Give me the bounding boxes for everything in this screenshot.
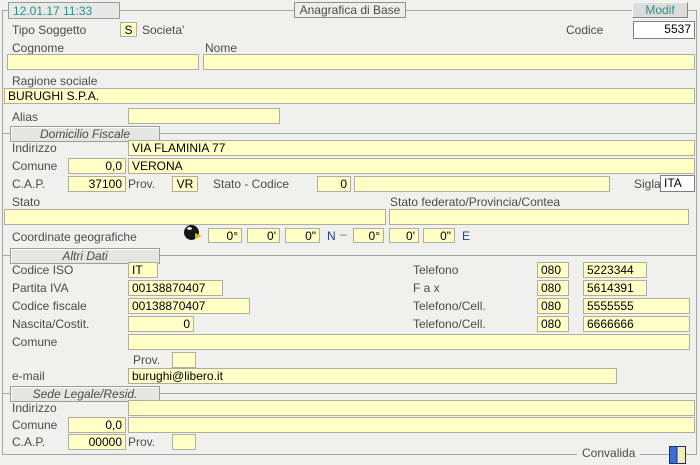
coordinate-label: Coordinate geografiche xyxy=(12,231,137,244)
codice-iso-label: Codice ISO xyxy=(12,264,73,277)
partita-iva-label: Partita IVA xyxy=(12,282,68,295)
lon-deg-field[interactable]: 0° xyxy=(353,228,384,243)
tipo-soggetto-label: Tipo Soggetto xyxy=(12,24,86,37)
lat-min-field[interactable]: 0' xyxy=(247,228,280,243)
email-field[interactable]: burughi@libero.it xyxy=(128,368,617,384)
indirizzo-label: Indirizzo xyxy=(12,142,57,155)
sede-prov-label: Prov. xyxy=(128,436,155,449)
alias-field[interactable] xyxy=(128,108,280,124)
stato-codice-label: Stato - Codice xyxy=(213,178,289,191)
sede-indirizzo-label: Indirizzo xyxy=(12,402,57,415)
codice-fiscale-label: Codice fiscale xyxy=(12,300,87,313)
prov-altri-field[interactable] xyxy=(172,352,196,368)
sede-cap-field[interactable]: 00000 xyxy=(68,434,126,450)
alias-label: Alias xyxy=(12,111,38,124)
lon-min-field[interactable]: 0' xyxy=(389,228,419,243)
lon-direction-label: E xyxy=(462,230,470,243)
stato-field[interactable] xyxy=(4,209,386,225)
sede-cap-label: C.A.P. xyxy=(12,436,45,449)
cell1-prefix-field[interactable]: 080 xyxy=(537,298,569,314)
comune-altri-field[interactable] xyxy=(128,334,690,350)
modif-button[interactable]: Modif xyxy=(632,2,688,18)
cell2-prefix-field[interactable]: 080 xyxy=(537,316,569,332)
nascita-label: Nascita/Costit. xyxy=(12,318,89,331)
convalida-label: Convalida xyxy=(577,447,640,460)
cap-label: C.A.P. xyxy=(12,178,45,191)
stato-codice-field[interactable]: 0 xyxy=(317,176,351,192)
ragione-sociale-field[interactable]: BURUGHI S.P.A. xyxy=(4,88,695,104)
lon-sec-field[interactable]: 0" xyxy=(423,228,455,243)
cell2-label: Telefono/Cell. xyxy=(413,318,486,331)
cell1-label: Telefono/Cell. xyxy=(413,300,486,313)
prov-label: Prov. xyxy=(128,178,155,191)
telefono-number-field[interactable]: 5223344 xyxy=(583,262,647,278)
email-label: e-mail xyxy=(12,370,45,383)
sede-comune-field[interactable] xyxy=(128,417,695,433)
telefono-prefix-field[interactable]: 080 xyxy=(537,262,569,278)
prov-field[interactable]: VR xyxy=(172,176,198,192)
datetime-display: 12.01.17 11:33 xyxy=(8,2,120,19)
comune-label: Comune xyxy=(12,160,57,173)
comune-code-field[interactable]: 0,0 xyxy=(68,158,126,174)
cell2-number-field[interactable]: 6666666 xyxy=(583,316,690,332)
sede-indirizzo-field[interactable] xyxy=(128,400,695,416)
indirizzo-field[interactable]: VIA FLAMINIA 77 xyxy=(128,140,695,156)
fax-number-field[interactable]: 5614391 xyxy=(583,280,647,296)
comune-field[interactable]: VERONA xyxy=(128,158,695,174)
sigla-label: Sigla xyxy=(634,178,661,191)
sede-prov-field[interactable] xyxy=(172,434,196,450)
telefono-label: Telefono xyxy=(413,264,458,277)
prov-altri-label: Prov. xyxy=(133,354,160,367)
comune-altri-label: Comune xyxy=(12,336,57,349)
nascita-field[interactable]: 0 xyxy=(128,316,194,332)
stato-federato-label: Stato federato/Provincia/Contea xyxy=(390,196,560,209)
codice-label: Codice xyxy=(566,24,603,37)
sigla-field[interactable]: ITA xyxy=(660,175,695,192)
nome-field[interactable] xyxy=(203,54,695,70)
lat-deg-field[interactable]: 0° xyxy=(208,228,242,243)
fax-prefix-field[interactable]: 080 xyxy=(537,280,569,296)
codice-iso-field[interactable]: IT xyxy=(128,262,158,278)
ragione-sociale-label: Ragione sociale xyxy=(12,75,97,88)
convalida-icon[interactable] xyxy=(669,446,686,464)
fax-label: F a x xyxy=(413,282,440,295)
lat-direction-label: N xyxy=(327,230,336,243)
cap-field[interactable]: 37100 xyxy=(68,176,126,192)
page-title: Anagrafica di Base xyxy=(294,2,406,18)
partita-iva-field[interactable]: 00138870407 xyxy=(128,280,223,296)
anagrafica-window: 12.01.17 11:33 Anagrafica di Base Modif … xyxy=(0,0,700,465)
codice-field[interactable]: 5537 xyxy=(633,21,695,39)
stato-label: Stato xyxy=(12,196,40,209)
globe-icon[interactable] xyxy=(184,225,199,240)
stato-nome-field[interactable] xyxy=(354,176,610,192)
codice-fiscale-field[interactable]: 00138870407 xyxy=(128,298,250,314)
cognome-field[interactable] xyxy=(7,54,199,70)
cell1-number-field[interactable]: 5555555 xyxy=(583,298,690,314)
lat-sec-field[interactable]: 0" xyxy=(285,228,320,243)
tipo-soggetto-desc: Societa' xyxy=(142,24,184,37)
tipo-soggetto-field[interactable]: S xyxy=(120,22,137,37)
stato-federato-field[interactable] xyxy=(389,209,689,225)
sede-comune-code-field[interactable]: 0,0 xyxy=(68,417,126,433)
sede-comune-label: Comune xyxy=(12,419,57,432)
coord-separator: – xyxy=(340,228,347,241)
